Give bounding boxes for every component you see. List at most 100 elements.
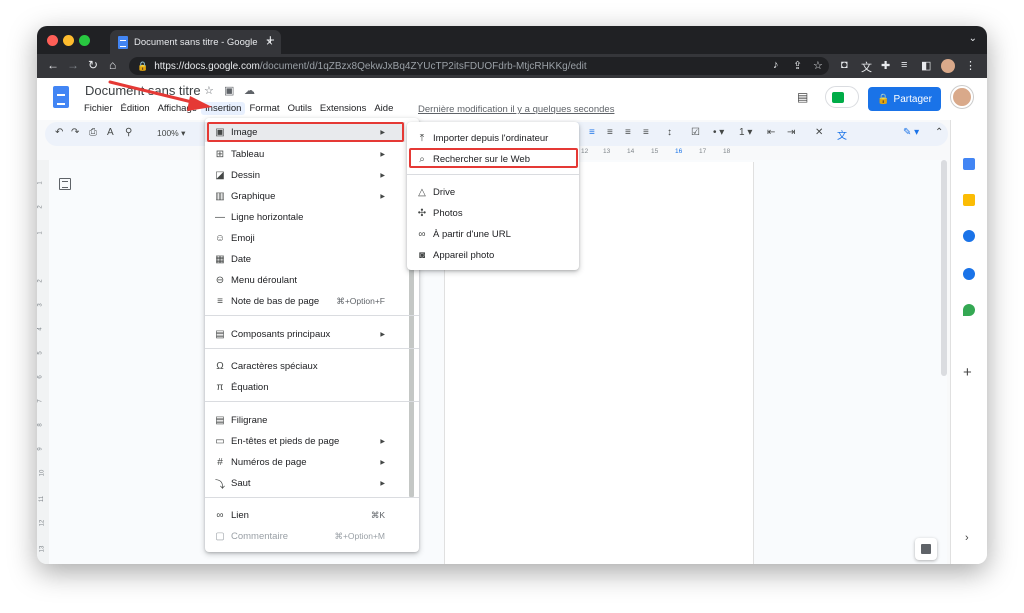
contacts-icon[interactable] (963, 268, 975, 280)
submenu-item-search-web[interactable]: ⌕ Rechercher sur le Web (407, 149, 579, 169)
document-outline-icon[interactable] (59, 178, 71, 190)
menu-extensions[interactable]: Extensions (316, 102, 370, 115)
bookmark-star-icon[interactable]: ☆ (813, 59, 823, 72)
tasks-icon[interactable] (963, 230, 975, 242)
browser-tab[interactable]: Document sans titre - Google Docs × (110, 30, 281, 54)
numbered-list-icon[interactable]: 1 ▾ (739, 127, 752, 138)
align-center-icon[interactable]: ≡ (607, 127, 613, 138)
menu-item-headers-footers[interactable]: ▭ En-têtes et pieds de page ▶ (205, 431, 405, 451)
menu-item-break[interactable]: ⤵ Saut ▶ (205, 473, 405, 493)
maps-icon[interactable] (963, 304, 975, 316)
paint-format-icon[interactable]: ⚲ (125, 127, 132, 138)
menu-item-horizontal-line[interactable]: — Ligne horizontale (205, 207, 405, 227)
share-button[interactable]: 🔒 Partager (868, 87, 941, 111)
redo-icon[interactable]: ↷ (71, 127, 79, 138)
line-spacing-icon[interactable]: ↕ (667, 127, 672, 138)
document-title[interactable]: Document sans titre (85, 83, 201, 98)
print-icon[interactable]: ⎙ (89, 127, 97, 138)
add-addon-icon[interactable]: + (963, 364, 972, 381)
clear-formatting-icon[interactable]: ✕ (815, 127, 823, 138)
mic-icon[interactable]: ♪ (773, 59, 779, 71)
profile-icon[interactable] (941, 59, 955, 73)
side-panel-icon[interactable]: ◧ (921, 59, 931, 72)
menu-item-watermark[interactable]: ▤ Filigrane (205, 410, 405, 430)
submenu-item-photos[interactable]: ✣ Photos (407, 203, 579, 223)
last-modified-link[interactable]: Dernière modification il y a quelques se… (418, 104, 614, 115)
menu-item-drawing[interactable]: ◪ Dessin ▶ (205, 165, 405, 185)
menu-aide[interactable]: Aide (370, 102, 397, 115)
menu-format[interactable]: Format (245, 102, 283, 115)
comments-icon[interactable]: ▤ (797, 90, 808, 104)
ruler-label: 2 (37, 279, 44, 283)
horizontal-ruler: 12 13 14 15 16 17 18 (577, 146, 747, 158)
meet-button[interactable] (825, 86, 859, 108)
menu-item-date[interactable]: ▦ Date (205, 249, 405, 269)
collapse-toolbar-chevron-icon[interactable]: ⌃ (935, 127, 943, 138)
ruler-label: 1 (37, 231, 44, 235)
explore-button[interactable] (915, 538, 937, 560)
menu-edition[interactable]: Édition (117, 102, 154, 115)
menu-item-equation[interactable]: π Équation (205, 377, 405, 397)
menu-insertion[interactable]: Insertion (201, 102, 246, 115)
menu-item-chart[interactable]: ▥ Graphique ▶ (205, 186, 405, 206)
docs-logo-icon[interactable] (53, 86, 69, 108)
new-tab-icon[interactable]: + (266, 32, 275, 49)
decrease-indent-icon[interactable]: ⇤ (767, 127, 775, 138)
move-folder-icon[interactable]: ▣ (224, 84, 234, 97)
menu-item-special-characters[interactable]: Ω Caractères spéciaux (205, 356, 405, 376)
justify-icon[interactable]: ≡ (643, 127, 649, 138)
translate-icon[interactable]: 文 (861, 59, 872, 75)
align-left-icon[interactable]: ≡ (589, 127, 595, 138)
menu-item-emoji[interactable]: ☺ Emoji (205, 228, 405, 248)
undo-icon[interactable]: ↶ (55, 127, 63, 138)
submenu-item-drive[interactable]: △ Drive (407, 182, 579, 202)
menu-item-dropdown[interactable]: ⊖ Menu déroulant (205, 270, 405, 290)
zoom-window-button[interactable] (79, 35, 90, 46)
share-page-icon[interactable]: ⇪ (793, 59, 802, 72)
submenu-item-upload[interactable]: ⤒ Importer depuis l'ordinateur (407, 128, 579, 148)
address-bar[interactable]: 🔒 https://docs.google.com/document/d/1qZ… (129, 57, 829, 75)
insert-menu: ▣ Image ▶ ⊞ Tableau ▶ ◪ Dessin ▶ ▥ Graph… (205, 118, 419, 552)
header-footer-icon: ▭ (215, 435, 225, 447)
avatar[interactable] (951, 86, 973, 108)
extensions-puzzle-icon[interactable]: ✚ (881, 59, 890, 72)
spellcheck-icon[interactable]: A (107, 127, 114, 138)
menu-item-footnote[interactable]: ≡ Note de bas de page ⌘+Option+F (205, 291, 405, 311)
tab-search-chevron-icon[interactable]: ⌄ (969, 33, 977, 44)
reload-icon[interactable]: ↻ (88, 58, 98, 72)
menu-item-image[interactable]: ▣ Image ▶ (205, 122, 405, 142)
star-icon[interactable]: ☆ (204, 84, 214, 97)
home-icon[interactable]: ⌂ (109, 58, 116, 72)
back-icon[interactable]: ← (47, 58, 59, 72)
reading-list-icon[interactable]: ≡ (901, 59, 907, 71)
editing-mode-pencil-icon[interactable]: ✎ ▾ (903, 127, 919, 138)
menu-item-table[interactable]: ⊞ Tableau ▶ (205, 144, 405, 164)
input-tools-icon[interactable]: 文 (837, 127, 847, 142)
break-icon: ⤵ (215, 479, 225, 491)
comment-icon: ▢ (215, 530, 225, 542)
calendar-icon[interactable] (963, 158, 975, 170)
submenu-item-camera[interactable]: ◙ Appareil photo (407, 245, 579, 265)
keep-icon[interactable] (963, 194, 975, 206)
cloud-status-icon[interactable]: ☁ (244, 84, 255, 97)
minimize-window-button[interactable] (63, 35, 74, 46)
align-right-icon[interactable]: ≡ (625, 127, 631, 138)
ruler-label: 1 (37, 181, 44, 185)
increase-indent-icon[interactable]: ⇥ (787, 127, 795, 138)
menu-affichage[interactable]: Affichage (154, 102, 201, 115)
checklist-icon[interactable]: ☑ (691, 127, 700, 138)
submenu-item-url[interactable]: ∞ À partir d'une URL (407, 224, 579, 244)
close-window-button[interactable] (47, 35, 58, 46)
menu-outils[interactable]: Outils (284, 102, 316, 115)
show-side-panel-chevron-icon[interactable]: › (965, 532, 969, 544)
forward-icon[interactable]: → (67, 58, 79, 72)
menu-item-link[interactable]: ∞ Lien ⌘K (205, 505, 405, 525)
menu-fichier[interactable]: Fichier (80, 102, 117, 115)
browser-menu-icon[interactable]: ⋮ (965, 59, 976, 72)
bulleted-list-icon[interactable]: • ▾ (713, 127, 724, 138)
document-scrollbar[interactable] (941, 160, 947, 376)
menu-item-building-blocks[interactable]: ▤ Composants principaux ▶ (205, 324, 405, 344)
menu-item-page-numbers[interactable]: # Numéros de page ▶ (205, 452, 405, 472)
extension-shield-icon[interactable]: ◘ (841, 59, 848, 71)
zoom-select[interactable]: 100% ▾ (157, 128, 185, 139)
